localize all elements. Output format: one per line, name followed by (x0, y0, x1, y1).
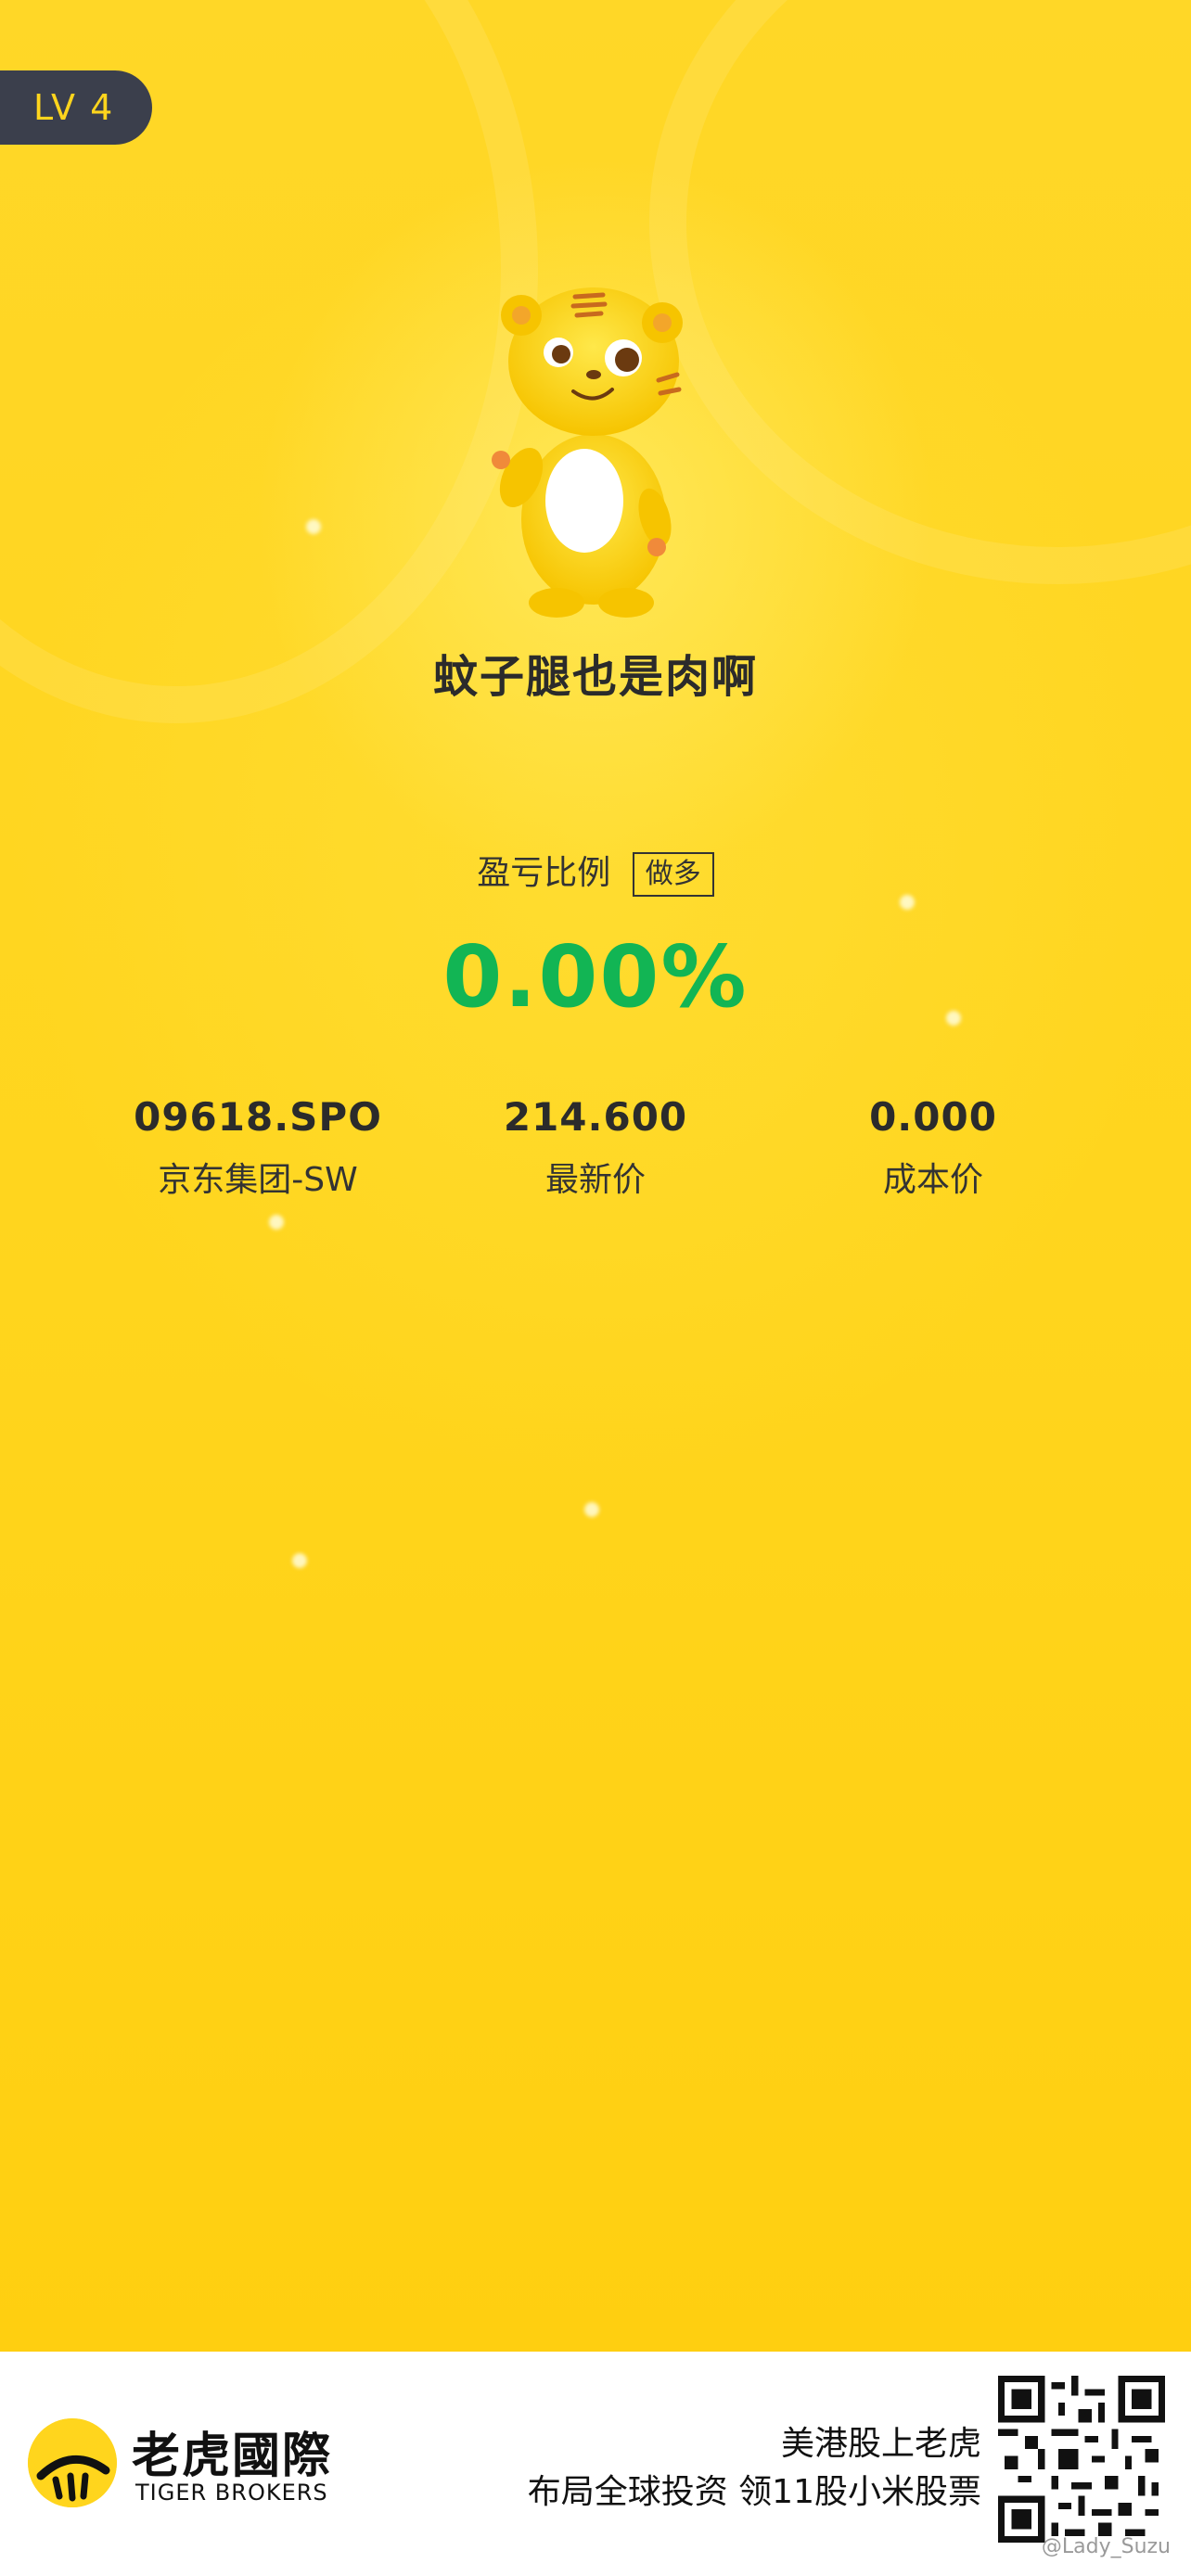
sparkle (269, 1215, 284, 1230)
sparkle (292, 1553, 307, 1568)
tiger-logo-icon (28, 2418, 117, 2507)
background-swirl (649, 0, 1191, 584)
slogan-line-2: 布局全球投资 领11股小米股票 (527, 2473, 981, 2511)
direction-tag: 做多 (632, 852, 714, 897)
footer-bar: 老虎國際 TIGER BROKERS 美港股上老虎 布局全球投资 领11股小米股… (0, 2352, 1191, 2576)
level-badge: LV 4 (0, 70, 152, 145)
profit-ratio-row: 盈亏比例 做多 (0, 846, 1191, 897)
sparkle (306, 519, 321, 534)
brand-name-cn: 老虎國際 (132, 2429, 333, 2484)
tiger-mascot-icon (492, 287, 683, 618)
latest-price-value: 214.600 (503, 1094, 688, 1140)
stat-stock: 09618.SPO 京东集团-SW (119, 1094, 397, 1201)
latest-price-label: 最新价 (544, 1161, 646, 1199)
profit-ratio-value: 0.00% (442, 927, 749, 1027)
cost-price-value: 0.000 (869, 1094, 997, 1140)
watermark: @Lady_Suzu (1041, 2535, 1171, 2558)
stat-latest-price: 214.600 最新价 (456, 1094, 735, 1201)
sparkle (900, 895, 915, 910)
slogan-line-1: 美港股上老虎 (780, 2425, 981, 2463)
brand-name-en: TIGER BROKERS (135, 2480, 328, 2506)
profit-ratio-label: 盈亏比例 (477, 854, 611, 892)
qr-code[interactable] (998, 2376, 1165, 2543)
user-nickname: 蚊子腿也是肉啊 (432, 651, 758, 703)
cost-price-label: 成本价 (882, 1161, 983, 1199)
stock-name: 京东集团-SW (158, 1161, 358, 1199)
stat-cost-price: 0.000 成本价 (794, 1094, 1072, 1201)
stock-code: 09618.SPO (134, 1094, 382, 1140)
sparkle (584, 1502, 599, 1517)
